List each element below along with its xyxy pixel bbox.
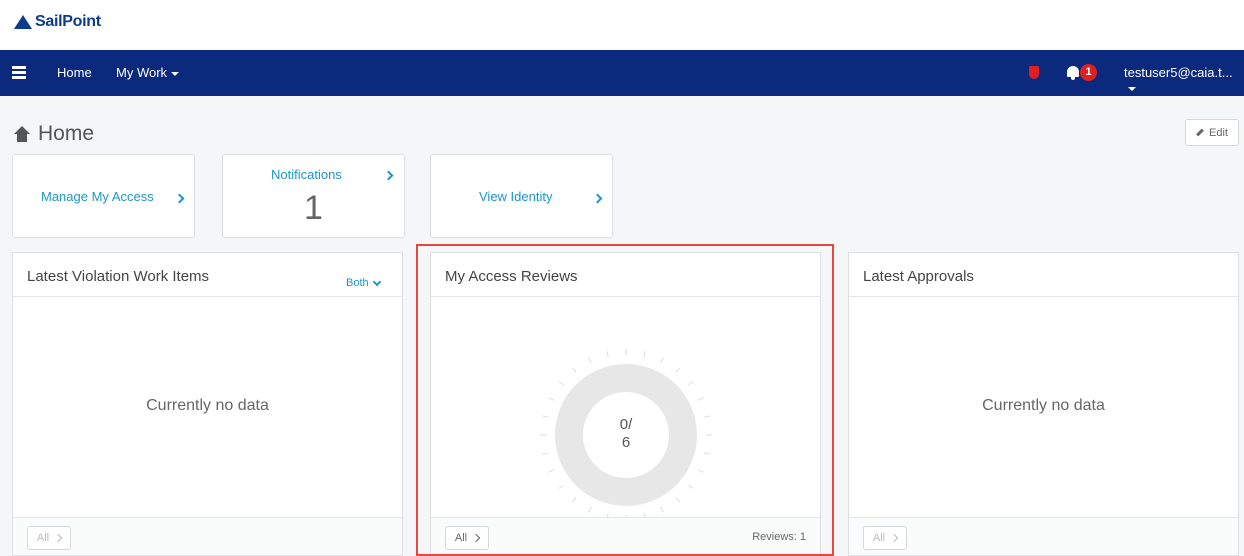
view-identity-label: View Identity <box>479 189 553 204</box>
manage-access-label: Manage My Access <box>41 189 154 204</box>
top-header: SailPoint <box>0 0 1244 50</box>
sailpoint-logo[interactable]: SailPoint <box>14 13 101 31</box>
violations-all-label: All <box>36 532 50 544</box>
highlight-box <box>416 244 834 556</box>
violations-empty-message: Currently no data <box>146 397 269 414</box>
edit-button-label: Edit <box>1209 126 1228 139</box>
user-menu[interactable]: testuser5@caia.t... <box>1124 65 1244 95</box>
user-menu-label: testuser5@caia.t... <box>1124 65 1233 80</box>
chevron-right-icon <box>53 533 63 543</box>
page-title: Home <box>14 122 94 146</box>
violations-panel-title: Latest Violation Work Items <box>27 268 210 285</box>
logo-text: SailPoint <box>35 13 101 30</box>
notifications-count: 1 <box>304 189 323 227</box>
home-icon <box>14 126 30 142</box>
approvals-panel-footer: All <box>849 517 1238 555</box>
nav-home-link[interactable]: Home <box>57 65 92 80</box>
main-navbar: Home My Work 1 testuser5@caia.t... <box>0 50 1244 96</box>
approvals-all-label: All <box>872 532 886 544</box>
logo-mark-icon <box>14 15 32 29</box>
approvals-panel: Latest Approvals Currently no data All <box>848 252 1239 556</box>
notifications-tile[interactable]: Notifications 1 <box>222 154 405 238</box>
chevron-down-icon <box>372 277 381 286</box>
caret-down-icon <box>171 71 180 76</box>
chevron-right-icon <box>889 533 899 543</box>
approvals-panel-header: Latest Approvals <box>849 253 1238 297</box>
view-identity-tile[interactable]: View Identity <box>430 154 613 238</box>
page-title-text: Home <box>38 122 95 145</box>
approvals-panel-title: Latest Approvals <box>863 268 974 285</box>
chevron-right-icon <box>592 193 603 204</box>
chevron-right-icon <box>174 193 185 204</box>
edit-button[interactable]: Edit <box>1185 119 1239 146</box>
violations-panel-header: Latest Violation Work Items Both <box>13 253 402 297</box>
approvals-all-button[interactable]: All <box>863 526 907 550</box>
violations-panel: Latest Violation Work Items Both Current… <box>12 252 403 556</box>
nav-mywork-label: My Work <box>116 65 168 80</box>
caret-down-icon <box>1128 86 1136 91</box>
violations-panel-footer: All <box>13 517 402 555</box>
violations-filter-label: Both <box>346 277 369 289</box>
notifications-label: Notifications <box>271 167 342 182</box>
bell-icon[interactable] <box>1066 65 1080 80</box>
pencil-icon <box>1196 128 1204 137</box>
chevron-right-icon <box>383 170 394 181</box>
approvals-empty-message: Currently no data <box>982 397 1105 414</box>
notification-badge[interactable]: 1 <box>1080 64 1097 81</box>
violations-filter-dropdown[interactable]: Both <box>346 277 381 289</box>
violations-all-button[interactable]: All <box>27 526 71 550</box>
shield-icon[interactable] <box>1029 66 1039 79</box>
nav-mywork-dropdown[interactable]: My Work <box>116 65 180 80</box>
list-icon[interactable] <box>12 66 26 79</box>
manage-access-tile[interactable]: Manage My Access <box>12 154 195 238</box>
